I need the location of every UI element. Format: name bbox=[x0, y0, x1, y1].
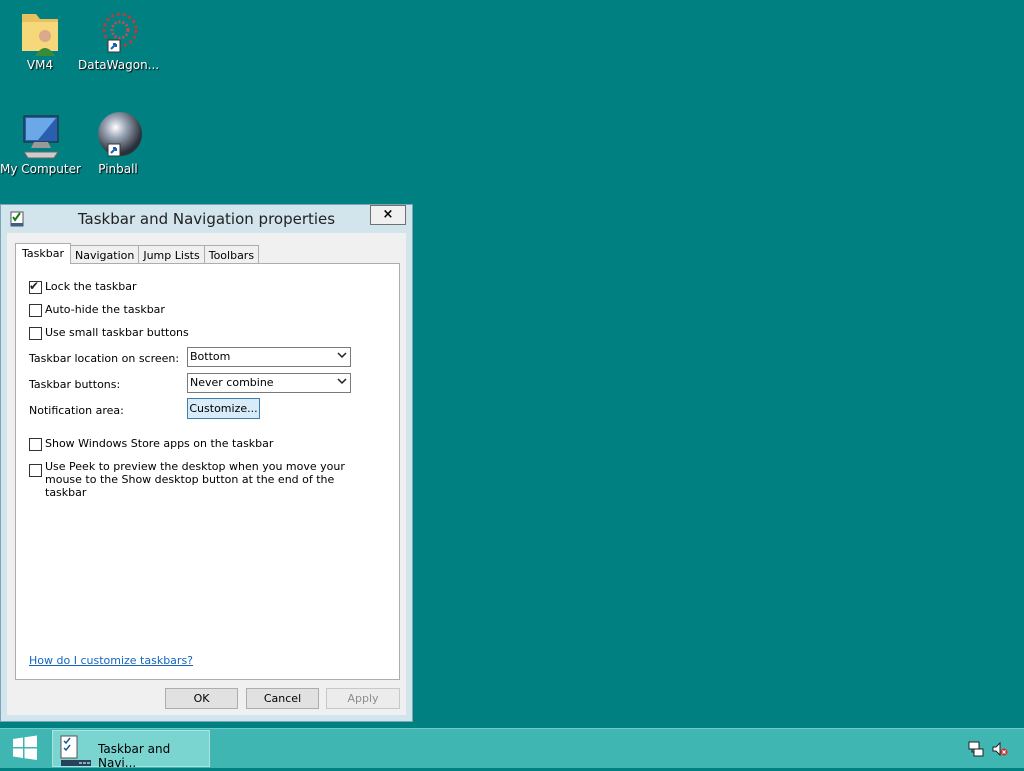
checkbox-label: Use Peek to preview the desktop when you… bbox=[45, 460, 345, 499]
notification-area-label: Notification area: bbox=[29, 404, 124, 417]
tab-taskbar[interactable]: Taskbar bbox=[15, 243, 71, 264]
tab-toolbars[interactable]: Toolbars bbox=[203, 245, 260, 264]
small-buttons-checkbox[interactable]: Use small taskbar buttons bbox=[29, 326, 189, 340]
autohide-taskbar-checkbox[interactable]: Auto-hide the taskbar bbox=[29, 303, 165, 317]
location-value: Bottom bbox=[190, 350, 231, 363]
ok-button[interactable]: OK bbox=[165, 688, 238, 709]
chevron-down-icon bbox=[337, 375, 347, 393]
checkbox-box[interactable] bbox=[29, 327, 42, 340]
location-select[interactable]: Bottom bbox=[187, 347, 351, 367]
start-button[interactable] bbox=[0, 729, 50, 768]
help-link[interactable]: How do I customize taskbars? bbox=[29, 654, 193, 667]
user-folder-icon bbox=[22, 14, 58, 56]
checkbox-label: Use small taskbar buttons bbox=[45, 326, 189, 339]
desktop-icon-vm4[interactable]: VM4 bbox=[0, 8, 80, 72]
dialog-titlebar[interactable]: Taskbar and Navigation properties × bbox=[1, 205, 412, 233]
checkbox-box[interactable] bbox=[29, 464, 42, 477]
desktop-icon-label: My Computer bbox=[0, 162, 81, 176]
taskbar-buttons-value: Never combine bbox=[190, 376, 274, 389]
speaker-muted-icon[interactable] bbox=[992, 741, 1008, 760]
dialog-title: Taskbar and Navigation properties bbox=[77, 210, 336, 228]
desktop-icon-label: VM4 bbox=[26, 58, 54, 72]
taskbar-properties-dialog: Taskbar and Navigation properties × Task… bbox=[0, 204, 413, 722]
checkbox-label: Lock the taskbar bbox=[45, 280, 137, 293]
taskbar-button-label: Taskbar and Navi... bbox=[98, 742, 171, 770]
close-button[interactable]: × bbox=[370, 205, 406, 225]
taskbar-button-taskbar-properties[interactable]: Taskbar and Navi... bbox=[52, 730, 210, 770]
taskbar-buttons-select[interactable]: Never combine bbox=[187, 373, 351, 393]
datawagon-shortcut-icon bbox=[102, 12, 138, 53]
checkbox-box[interactable] bbox=[29, 304, 42, 317]
checkbox-label: Auto-hide the taskbar bbox=[45, 303, 165, 316]
desktop-icon-label: DataWagon... bbox=[78, 58, 160, 72]
desktop-icon-pinball[interactable]: Pinball bbox=[78, 110, 158, 176]
taskbar-properties-icon bbox=[60, 735, 91, 766]
computer-icon bbox=[23, 115, 59, 159]
tab-navigation[interactable]: Navigation bbox=[70, 245, 140, 264]
tab-strip: Taskbar Navigation Jump Lists Toolbars bbox=[15, 243, 260, 264]
taskbar-tab-panel: ✔ Lock the taskbar Auto-hide the taskbar… bbox=[15, 263, 400, 680]
apply-button[interactable]: Apply bbox=[326, 688, 400, 709]
peek-checkbox[interactable]: Use Peek to preview the desktop when you… bbox=[29, 460, 379, 499]
chevron-down-icon bbox=[337, 349, 347, 367]
desktop-icon-label: Pinball bbox=[98, 162, 138, 176]
location-label: Taskbar location on screen: bbox=[29, 352, 180, 365]
windows-logo-icon bbox=[13, 735, 37, 760]
taskbar: Taskbar and Navi... bbox=[0, 728, 1024, 770]
checkmark-icon: ✔ bbox=[29, 279, 40, 293]
pinball-shortcut-icon bbox=[98, 112, 142, 157]
store-apps-checkbox[interactable]: Show Windows Store apps on the taskbar bbox=[29, 437, 273, 451]
taskbar-buttons-label: Taskbar buttons: bbox=[29, 378, 121, 391]
desktop-icon-my-computer[interactable]: My Computer bbox=[0, 112, 81, 176]
customize-button[interactable]: Customize... bbox=[187, 398, 260, 419]
cancel-button[interactable]: Cancel bbox=[246, 688, 319, 709]
checkbox-label: Show Windows Store apps on the taskbar bbox=[45, 437, 274, 450]
lock-taskbar-checkbox[interactable]: ✔ Lock the taskbar bbox=[29, 279, 137, 294]
dialog-client: Taskbar Navigation Jump Lists Toolbars ✔… bbox=[7, 233, 406, 715]
desktop-icon-datawagon[interactable]: DataWagon... bbox=[78, 8, 160, 72]
checkbox-box[interactable] bbox=[29, 438, 42, 451]
network-icon[interactable] bbox=[968, 741, 984, 760]
tab-jump-lists[interactable]: Jump Lists bbox=[138, 245, 205, 264]
checkbox-box[interactable]: ✔ bbox=[29, 279, 42, 294]
